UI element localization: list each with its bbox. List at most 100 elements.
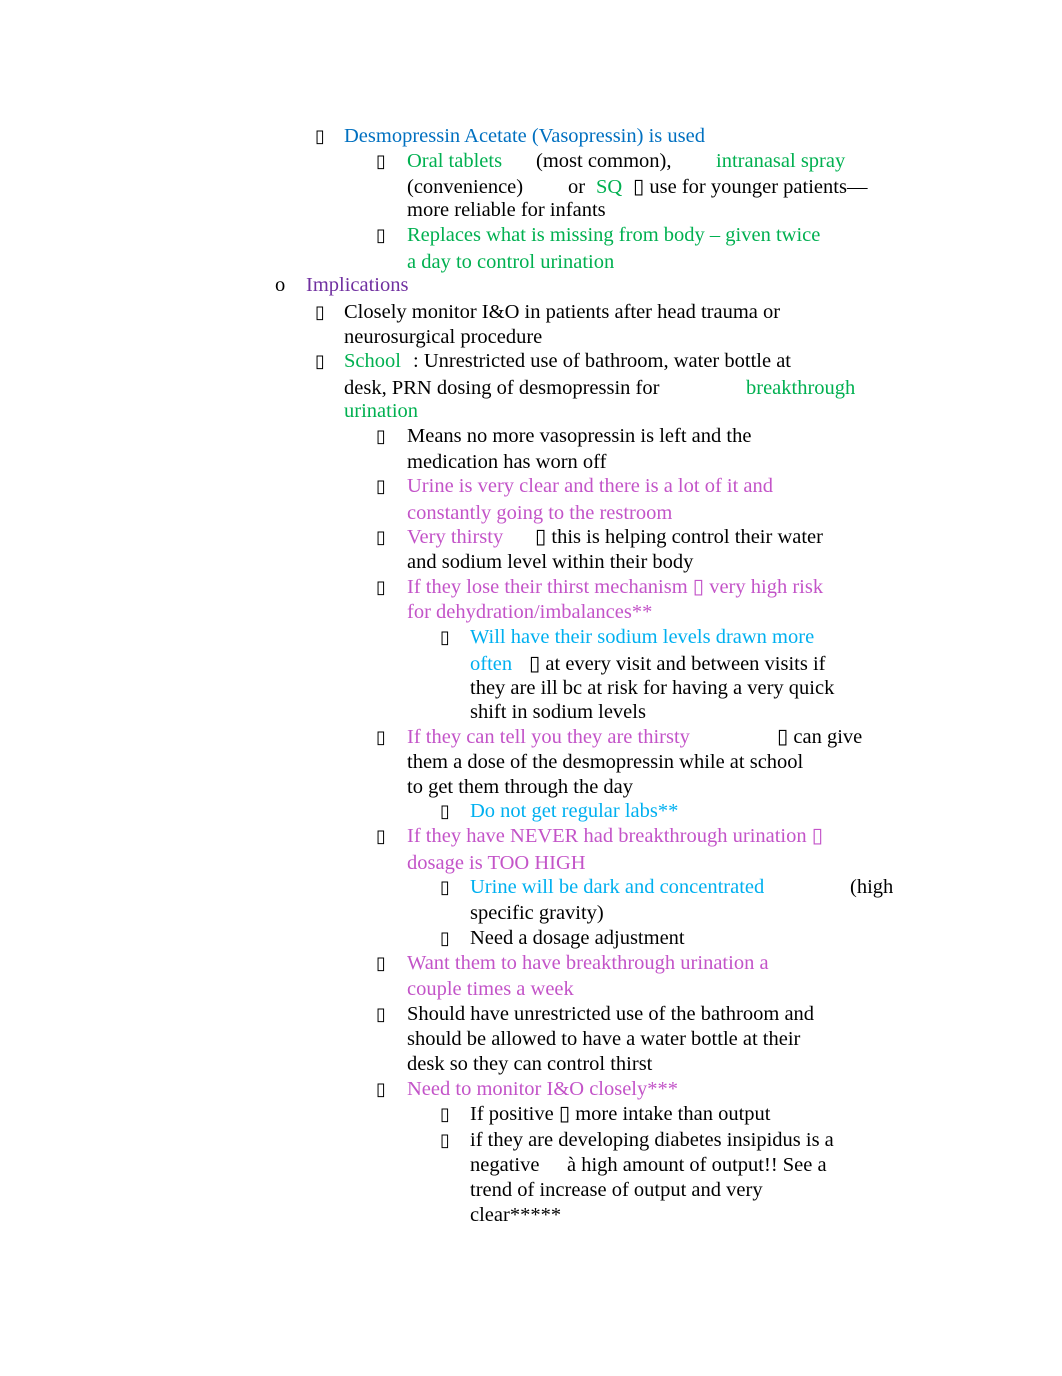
text-line: ▯ Means no more vasopressin is left and t…	[0, 424, 1062, 448]
text-line: ▯ Urine is very clear and there is a lot …	[0, 474, 1062, 498]
text-segment: : Unrestricted use of bathroom, water bo…	[413, 350, 791, 372]
bullet-icon: ▯	[376, 826, 386, 846]
bullet-icon: ▯	[376, 953, 386, 973]
text-line: couple times a week	[0, 977, 1062, 1001]
text-line: ▯ Do not get regular labs**	[0, 799, 1062, 823]
text-line: ▯ Need to monitor I&O closely***	[0, 1077, 1062, 1101]
text-segment: If they have NEVER had breakthrough urin…	[407, 825, 824, 847]
text-segment: ▯ use for younger patients—	[633, 176, 868, 198]
text-line: should be allowed to have a water bottle…	[0, 1027, 1062, 1051]
text-segment: trend of increase of output and very	[470, 1179, 763, 1201]
text-line: neurosurgical procedure	[0, 325, 1062, 349]
text-line: ▯ Very thirsty ▯ this is helping control t…	[0, 525, 1062, 549]
text-line: ▯ Need a dosage adjustment	[0, 926, 1062, 950]
bullet-icon: ▯	[315, 126, 325, 146]
text-line: desk, PRN dosing of desmopressin for brea…	[0, 376, 1062, 400]
text-line: ▯ If they can tell you they are thirsty ▯ …	[0, 725, 1062, 749]
text-line: for dehydration/imbalances**	[0, 600, 1062, 624]
text-segment: Very thirsty	[407, 526, 504, 548]
text-segment: if they are developing diabetes insipidu…	[470, 1129, 834, 1151]
text-line: ▯ if they are developing diabetes insipid…	[0, 1128, 1062, 1152]
bullet-icon: ▯	[315, 302, 325, 322]
bullet-icon: ▯	[440, 928, 450, 948]
text-segment: medication has worn off	[407, 451, 607, 473]
text-segment: couple times a week	[407, 978, 574, 1000]
bullet-icon: ▯	[440, 1104, 450, 1124]
text-segment: constantly going to the restroom	[407, 502, 673, 524]
text-line: and sodium level within their body	[0, 550, 1062, 574]
text-segment: negative	[470, 1154, 540, 1176]
text-segment: they are ill bc at risk for having a ver…	[470, 677, 835, 699]
bullet-icon: ▯	[376, 426, 386, 446]
text-segment: Should have unrestricted use of the bath…	[407, 1003, 815, 1025]
text-line: they are ill bc at risk for having a ver…	[0, 676, 1062, 700]
text-segment: (convenience)	[407, 176, 524, 198]
text-segment: should be allowed to have a water bottle…	[407, 1028, 801, 1050]
text-segment: specific gravity)	[470, 902, 604, 924]
text-segment: School	[344, 350, 401, 372]
text-segment: to get them through the day	[407, 776, 634, 798]
text-segment: Need to monitor I&O closely***	[407, 1078, 679, 1100]
text-line: urination	[0, 399, 1062, 423]
text-segment: shift in sodium levels	[470, 701, 646, 723]
text-segment: If they lose their thirst mechanism ▯ ve…	[407, 576, 824, 598]
text-line: constantly going to the restroom	[0, 501, 1062, 525]
text-segment: dosage is TOO HIGH	[407, 852, 586, 874]
text-segment: ▯ can give	[777, 726, 863, 748]
text-line: medication has worn off	[0, 450, 1062, 474]
text-line: ▯ Want them to have breakthrough urinatio…	[0, 951, 1062, 975]
text-line: o Implications	[0, 273, 1062, 297]
bullet-icon: o	[275, 274, 286, 296]
text-segment: ▯ at every visit and between visits if	[529, 653, 826, 675]
text-segment: Desmopressin Acetate (Vasopressin) is us…	[344, 125, 705, 147]
text-segment: ▯ this is helping control their water	[535, 526, 823, 548]
text-segment: If positive ▯ more intake than output	[470, 1103, 771, 1125]
text-line: ▯ Oral tablets (most common), intranasal sp…	[0, 149, 1062, 173]
text-segment: Implications	[306, 274, 409, 296]
text-line: often ▯ at every visit and between visits…	[0, 652, 1062, 676]
bullet-icon: ▯	[440, 627, 450, 647]
text-line: negative à high amount of output!! See a	[0, 1153, 1062, 1177]
text-segment: Replaces what is missing from body – giv…	[407, 224, 821, 246]
text-line: ▯ Closely monitor I&O in patients after h…	[0, 300, 1062, 324]
text-line: clear*****	[0, 1203, 1062, 1227]
text-segment: neurosurgical procedure	[344, 326, 543, 348]
text-segment: or	[568, 176, 586, 198]
bullet-icon: ▯	[376, 1004, 386, 1024]
bullet-icon: ▯	[315, 351, 325, 371]
text-segment: Oral tablets	[407, 150, 503, 172]
text-segment: Means no more vasopressin is left and th…	[407, 425, 752, 447]
text-line: dosage is TOO HIGH	[0, 851, 1062, 875]
bullet-icon: ▯	[376, 225, 386, 245]
text-segment: for dehydration/imbalances**	[407, 601, 653, 623]
text-line: a day to control urination	[0, 250, 1062, 274]
text-line: ▯ Will have their sodium levels drawn mor…	[0, 625, 1062, 649]
text-segment: Urine is very clear and there is a lot o…	[407, 475, 774, 497]
text-line: ▯ If they lose their thirst mechanism ▯ v…	[0, 575, 1062, 599]
text-segment: (high	[850, 876, 894, 898]
bullet-icon: ▯	[376, 727, 386, 747]
text-segment: à high amount of output!! See a	[567, 1154, 827, 1176]
text-segment: Will have their sodium levels drawn more	[470, 626, 815, 648]
text-line: ▯ Urine will be dark and concentrated (hig…	[0, 875, 1062, 899]
text-segment: Need a dosage adjustment	[470, 927, 685, 949]
text-segment: Closely monitor I&O in patients after he…	[344, 301, 781, 323]
text-line: ▯ Should have unrestricted use of the bat…	[0, 1002, 1062, 1026]
text-line: (convenience) or SQ ▯ use for younger patie…	[0, 175, 1062, 199]
text-segment: urination	[344, 400, 419, 422]
text-line: more reliable for infants	[0, 198, 1062, 222]
bullet-icon: ▯	[376, 151, 386, 171]
bullet-icon: ▯	[440, 801, 450, 821]
text-segment: Urine will be dark and concentrated	[470, 876, 765, 898]
text-segment: breakthrough	[746, 377, 856, 399]
text-line: ▯ Desmopressin Acetate (Vasopressin) is u…	[0, 124, 1062, 148]
bullet-icon: ▯	[376, 1079, 386, 1099]
bullet-icon: ▯	[440, 1130, 450, 1150]
text-line: desk so they can control thirst	[0, 1052, 1062, 1076]
bullet-icon: ▯	[376, 527, 386, 547]
text-segment: desk so they can control thirst	[407, 1053, 653, 1075]
bullet-icon: ▯	[376, 476, 386, 496]
text-segment: clear*****	[470, 1204, 562, 1226]
text-segment: a day to control urination	[407, 251, 615, 273]
text-segment: Do not get regular labs**	[470, 800, 679, 822]
